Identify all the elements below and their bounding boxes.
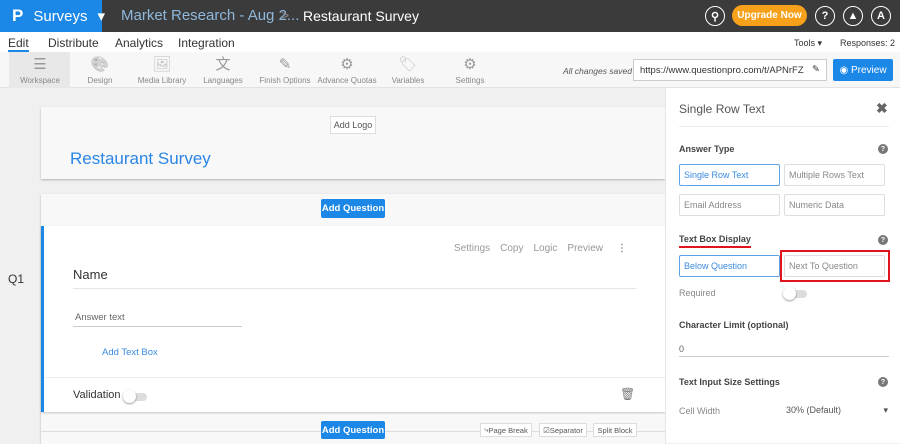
question-settings-link[interactable]: Settings bbox=[454, 243, 490, 254]
answer-type-email[interactable]: Email Address bbox=[679, 194, 780, 216]
breadcrumb-parent[interactable]: Market Research - Aug 2... bbox=[121, 7, 299, 24]
separator-button[interactable]: ☑ Separator bbox=[539, 423, 587, 437]
preview-label: Preview bbox=[850, 64, 887, 76]
validation-label: Validation bbox=[73, 389, 121, 401]
breadcrumb-current: Restaurant Survey bbox=[303, 8, 419, 24]
page-break-button[interactable]: ⤷ Page Break bbox=[480, 423, 532, 437]
tab-analytics[interactable]: Analytics bbox=[115, 36, 163, 50]
toolbar-label: Languages bbox=[203, 76, 243, 85]
bell-icon[interactable]: ▲ bbox=[843, 6, 863, 26]
panel-title: Single Row Text bbox=[679, 102, 765, 116]
save-status: All changes saved bbox=[563, 66, 632, 76]
logo-icon: P bbox=[12, 6, 24, 25]
caret-down-icon: ▾ bbox=[883, 405, 888, 415]
tag-icon: 🏷 bbox=[398, 56, 418, 73]
question-text[interactable]: Name bbox=[73, 267, 636, 289]
image-icon: 🖼 bbox=[152, 56, 172, 73]
trash-icon[interactable]: 🗑 bbox=[620, 387, 635, 401]
toolbar-media-library[interactable]: 🖼 Media Library bbox=[131, 52, 193, 88]
wand-icon: ✎ bbox=[278, 56, 292, 73]
survey-title[interactable]: Restaurant Survey bbox=[70, 149, 211, 169]
char-limit-input[interactable]: 0 bbox=[679, 344, 889, 357]
toolbar-finish-options[interactable]: ✎ Finish Options bbox=[254, 52, 316, 88]
more-options-icon[interactable]: ⋮ bbox=[617, 243, 627, 254]
cell-width-value: 30% (Default) bbox=[786, 405, 842, 415]
display-next-to-question[interactable]: Next To Question bbox=[784, 255, 885, 277]
toolbar-label: Design bbox=[87, 76, 113, 85]
answer-type-single-row[interactable]: Single Row Text bbox=[679, 164, 780, 186]
palette-icon: 🎨 bbox=[90, 56, 110, 73]
checkbox-icon: ☑ bbox=[543, 425, 550, 435]
close-icon[interactable]: ✖ bbox=[876, 100, 888, 117]
text-box-display-label: Text Box Display bbox=[679, 234, 751, 248]
question-preview-link[interactable]: Preview bbox=[567, 243, 603, 254]
pencil-icon[interactable]: ✎ bbox=[812, 64, 820, 75]
breadcrumb-separator: > bbox=[281, 7, 290, 23]
help-icon[interactable]: ? bbox=[878, 377, 888, 387]
size-settings-label: Text Input Size Settings bbox=[679, 377, 780, 387]
toolbar-label: Settings bbox=[455, 76, 485, 85]
required-label: Required bbox=[679, 288, 716, 298]
answer-input[interactable]: Answer text bbox=[73, 312, 242, 327]
toolbar-label: Workspace bbox=[20, 76, 60, 85]
answer-type-label: Answer Type bbox=[679, 144, 735, 154]
split-block-button[interactable]: Split Block bbox=[593, 423, 637, 437]
survey-url: https://www.questionpro.com/t/APNrFZ bbox=[640, 65, 804, 76]
language-icon: 文 bbox=[215, 56, 231, 73]
help-icon[interactable]: ? bbox=[878, 144, 888, 154]
toolbar-workspace[interactable]: ☰ Workspace bbox=[9, 52, 71, 88]
toolbar-design[interactable]: 🎨 Design bbox=[69, 52, 131, 88]
toolbar-variables[interactable]: 🏷 Variables bbox=[377, 52, 439, 88]
search-icon[interactable]: ⚲ bbox=[705, 6, 725, 26]
required-toggle[interactable] bbox=[783, 287, 807, 300]
workspace-icon: ☰ bbox=[33, 56, 47, 73]
help-icon[interactable]: ? bbox=[815, 6, 835, 26]
responses-count[interactable]: Responses: 2 bbox=[840, 38, 895, 48]
caret-down-icon: ▾ bbox=[97, 8, 106, 25]
tab-edit[interactable]: Edit bbox=[8, 36, 29, 52]
toolbar-label: Media Library bbox=[137, 76, 187, 85]
answer-type-numeric[interactable]: Numeric Data bbox=[784, 194, 885, 216]
display-below-question[interactable]: Below Question bbox=[679, 255, 780, 277]
app-menu[interactable]: P Surveys ▾ bbox=[0, 0, 105, 32]
add-question-button-bottom[interactable]: Add Question bbox=[321, 421, 385, 439]
page-break-label: Page Break bbox=[488, 425, 528, 435]
add-question-button[interactable]: Add Question bbox=[321, 199, 385, 218]
validation-toggle[interactable] bbox=[123, 390, 147, 403]
separator-label: Separator bbox=[549, 425, 583, 435]
avatar[interactable]: A bbox=[871, 6, 891, 26]
eye-icon: ◉ bbox=[839, 64, 851, 76]
toolbar-label: Finish Options bbox=[259, 76, 311, 85]
survey-url-field[interactable]: https://www.questionpro.com/t/APNrFZ ✎ bbox=[633, 59, 827, 81]
tab-distribute[interactable]: Distribute bbox=[48, 36, 99, 50]
app-name: Surveys bbox=[33, 7, 88, 25]
cell-width-select[interactable]: 30% (Default) ▾ bbox=[786, 405, 890, 415]
toolbar-languages[interactable]: 文 Languages bbox=[192, 52, 254, 88]
toolbar-label: Variables bbox=[391, 76, 425, 85]
quota-icon: ⚙ bbox=[340, 56, 354, 73]
tools-menu[interactable]: Tools ▾ bbox=[794, 38, 822, 49]
answer-type-multiple-rows[interactable]: Multiple Rows Text bbox=[784, 164, 885, 186]
cell-width-label: Cell Width bbox=[679, 406, 721, 416]
toolbar-label: Advance Quotas bbox=[317, 76, 377, 85]
help-icon[interactable]: ? bbox=[878, 235, 888, 245]
add-text-box-link[interactable]: Add Text Box bbox=[102, 347, 158, 358]
preview-button[interactable]: ◉ Preview bbox=[833, 59, 893, 81]
toolbar-settings[interactable]: ⚙ Settings bbox=[439, 52, 501, 88]
question-logic-link[interactable]: Logic bbox=[534, 243, 558, 254]
question-number: Q1 bbox=[8, 272, 25, 286]
gear-icon: ⚙ bbox=[463, 56, 477, 73]
tab-integration[interactable]: Integration bbox=[178, 36, 235, 50]
char-limit-label: Character Limit (optional) bbox=[679, 320, 789, 330]
upgrade-button[interactable]: Upgrade Now bbox=[732, 5, 807, 26]
add-logo-button[interactable]: Add Logo bbox=[330, 116, 376, 134]
toolbar-advance-quotas[interactable]: ⚙ Advance Quotas bbox=[316, 52, 378, 88]
question-copy-link[interactable]: Copy bbox=[500, 243, 523, 254]
